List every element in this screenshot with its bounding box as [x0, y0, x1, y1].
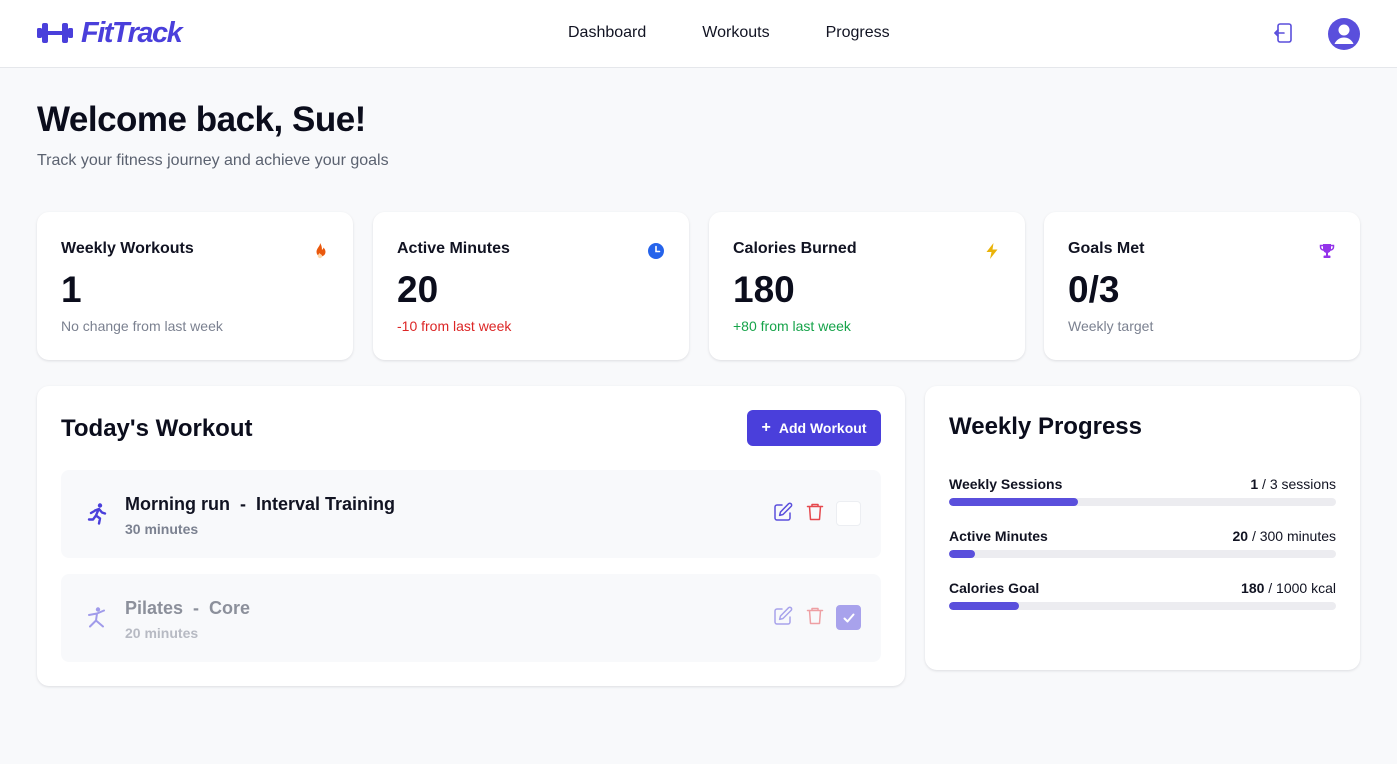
user-circle-icon[interactable]	[1327, 17, 1361, 51]
stat-card-calories-burned: Calories Burned 180 +80 from last week	[709, 212, 1025, 360]
stat-card-active-minutes: Active Minutes 20 -10 from last week	[373, 212, 689, 360]
complete-checkbox[interactable]	[836, 605, 861, 630]
check-icon	[843, 613, 854, 622]
running-icon	[87, 503, 107, 525]
progress-bar	[949, 550, 1336, 558]
workout-item: Morning run - Interval Training 30 minut…	[61, 470, 881, 558]
progress-fill	[949, 498, 1078, 506]
progress-bar	[949, 602, 1336, 610]
stat-note: +80 from last week	[733, 318, 851, 334]
stat-card-goals-met: Goals Met 0/3 Weekly target	[1044, 212, 1360, 360]
stat-note: Weekly target	[1068, 318, 1154, 334]
logo-text: FitTrack	[81, 17, 183, 49]
trash-icon[interactable]	[806, 502, 824, 522]
progress-fill	[949, 602, 1019, 610]
workout-name: Pilates - Core	[125, 598, 251, 618]
nav-progress[interactable]: Progress	[826, 22, 890, 44]
stat-value: 0/3	[1068, 269, 1120, 310]
progress-target: / 3 sessions	[1258, 476, 1336, 492]
edit-icon[interactable]	[773, 502, 793, 522]
trophy-icon	[1319, 244, 1335, 258]
progress-current: 20	[1232, 528, 1249, 544]
workout-name: Morning run - Interval Training	[125, 494, 396, 514]
workout-duration: 20 minutes	[125, 625, 199, 641]
stat-label: Active Minutes	[397, 240, 510, 257]
progress-value: 180 / 1000 kcal	[1241, 580, 1336, 596]
progress-value: 20 / 300 minutes	[1232, 528, 1336, 544]
progress-current: 180	[1241, 580, 1265, 596]
workout-item: Pilates - Core 20 minutes	[61, 574, 881, 662]
top-navbar: FitTrack Dashboard Workouts Progress	[0, 0, 1397, 68]
weekly-progress-card: Weekly Progress Weekly Sessions 1 / 3 se…	[925, 386, 1360, 670]
main-nav: Dashboard Workouts Progress	[568, 22, 890, 44]
stat-card-weekly-workouts: Weekly Workouts 1 No change from last we…	[37, 212, 353, 360]
stat-label: Weekly Workouts	[61, 240, 194, 257]
progress-label: Active Minutes	[949, 528, 1048, 544]
progress-target: / 300 minutes	[1248, 528, 1336, 544]
nav-dashboard[interactable]: Dashboard	[568, 22, 646, 44]
bolt-icon	[986, 243, 998, 259]
todays-workout-card: Today's Workout + Add Workout Morning ru…	[37, 386, 905, 686]
trash-icon[interactable]	[806, 606, 824, 626]
stat-label: Goals Met	[1068, 240, 1145, 257]
progress-current: 1	[1250, 476, 1259, 492]
workout-duration: 30 minutes	[125, 521, 199, 537]
clock-icon	[648, 243, 664, 259]
progress-label: Calories Goal	[949, 580, 1040, 596]
logo[interactable]: FitTrack	[37, 17, 183, 49]
stat-value: 180	[733, 269, 795, 310]
dumbbell-icon	[37, 23, 73, 43]
progress-label: Weekly Sessions	[949, 476, 1063, 492]
progress-fill	[949, 550, 975, 558]
edit-icon[interactable]	[773, 606, 793, 626]
flame-icon	[316, 243, 326, 259]
page-title: Welcome back, Sue!	[37, 100, 366, 139]
add-workout-button[interactable]: + Add Workout	[747, 410, 881, 446]
progress-value: 1 / 3 sessions	[1250, 476, 1336, 492]
stat-note: No change from last week	[61, 318, 223, 334]
pilates-icon	[88, 607, 105, 628]
stat-value: 1	[61, 269, 82, 310]
section-title: Weekly Progress	[949, 413, 1142, 440]
stat-label: Calories Burned	[733, 240, 857, 257]
stat-note: -10 from last week	[397, 318, 512, 334]
page-subtitle: Track your fitness journey and achieve y…	[37, 152, 389, 169]
nav-workouts[interactable]: Workouts	[702, 22, 769, 44]
complete-checkbox[interactable]	[836, 501, 861, 526]
plus-icon: +	[761, 419, 771, 436]
stat-value: 20	[397, 269, 439, 310]
add-workout-label: Add Workout	[778, 420, 867, 436]
progress-bar	[949, 498, 1336, 506]
logout-icon[interactable]	[1272, 21, 1296, 45]
progress-target: / 1000 kcal	[1264, 580, 1336, 596]
section-title: Today's Workout	[61, 415, 253, 442]
